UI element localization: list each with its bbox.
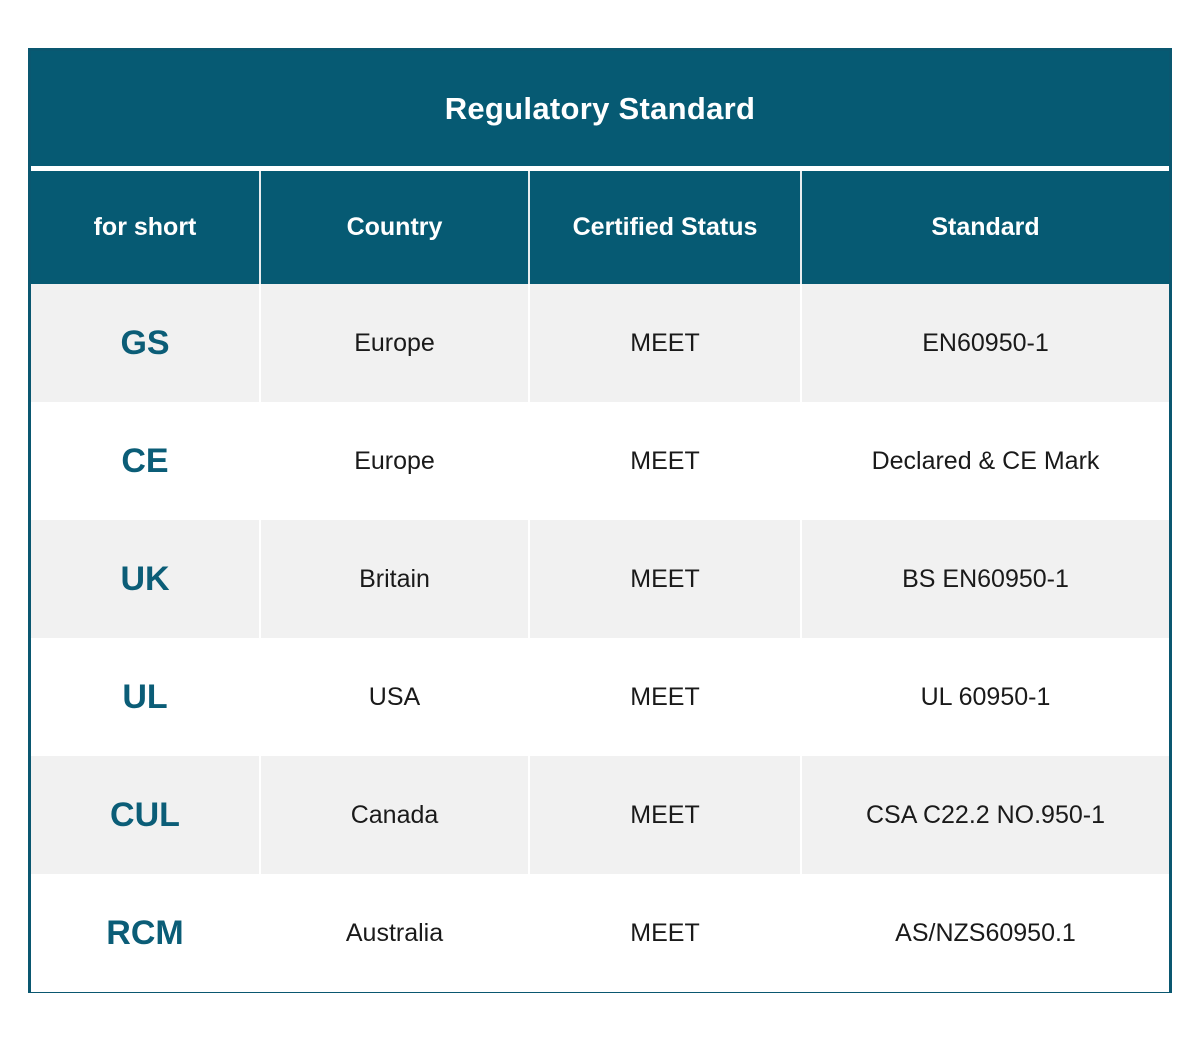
cell-abbreviation: RCM — [31, 874, 261, 992]
cell-certified-status: MEET — [530, 402, 802, 520]
cell-certified-status: MEET — [530, 638, 802, 756]
cell-standard: CSA C22.2 NO.950-1 — [865, 800, 1105, 829]
column-header-for-short: for short — [31, 171, 261, 284]
page-title: Regulatory Standard — [444, 91, 756, 126]
table-row: CUL Canada MEET CSA C22.2 NO.950-1 — [31, 756, 1169, 874]
cell-abbreviation: UL — [31, 638, 261, 756]
column-header-certified-status: Certified Status — [530, 171, 802, 284]
cell-standard: BS EN60950-1 — [902, 564, 1069, 593]
table-row: CE Europe MEET Declared & CE Mark — [31, 402, 1169, 520]
cell-standard: AS/NZS60950.1 — [895, 918, 1076, 947]
cell-standard: Declared & CE Mark — [871, 446, 1100, 475]
cell-certified-status: MEET — [530, 756, 802, 874]
cell-country: Canada — [261, 756, 530, 874]
column-header-country: Country — [261, 171, 530, 284]
cell-abbreviation: UK — [31, 520, 261, 638]
cell-abbreviation: CE — [31, 402, 261, 520]
table-row: GS Europe MEET EN60950-1 — [31, 284, 1169, 402]
table-row: UL USA MEET UL 60950-1 — [31, 638, 1169, 756]
page-root: Regulatory Standard for short Country Ce… — [0, 0, 1200, 1044]
regulatory-standard-table: Regulatory Standard for short Country Ce… — [28, 48, 1172, 993]
cell-certified-status: MEET — [530, 284, 802, 402]
table-row: RCM Australia MEET AS/NZS60950.1 — [31, 874, 1169, 992]
table-header-row: for short Country Certified Status Stand… — [31, 171, 1169, 284]
cell-country: Europe — [261, 402, 530, 520]
cell-country: Europe — [261, 284, 530, 402]
cell-abbreviation: GS — [31, 284, 261, 402]
cell-country: USA — [261, 638, 530, 756]
cell-abbreviation: CUL — [31, 756, 261, 874]
column-header-standard: Standard — [931, 213, 1040, 241]
cell-country: Britain — [261, 520, 530, 638]
cell-certified-status: MEET — [530, 520, 802, 638]
cell-country: Australia — [261, 874, 530, 992]
table-title-band: Regulatory Standard — [31, 51, 1169, 166]
cell-certified-status: MEET — [530, 874, 802, 992]
cell-standard: EN60950-1 — [922, 328, 1049, 357]
table-row: UK Britain MEET BS EN60950-1 — [31, 520, 1169, 638]
cell-standard: UL 60950-1 — [920, 682, 1051, 711]
